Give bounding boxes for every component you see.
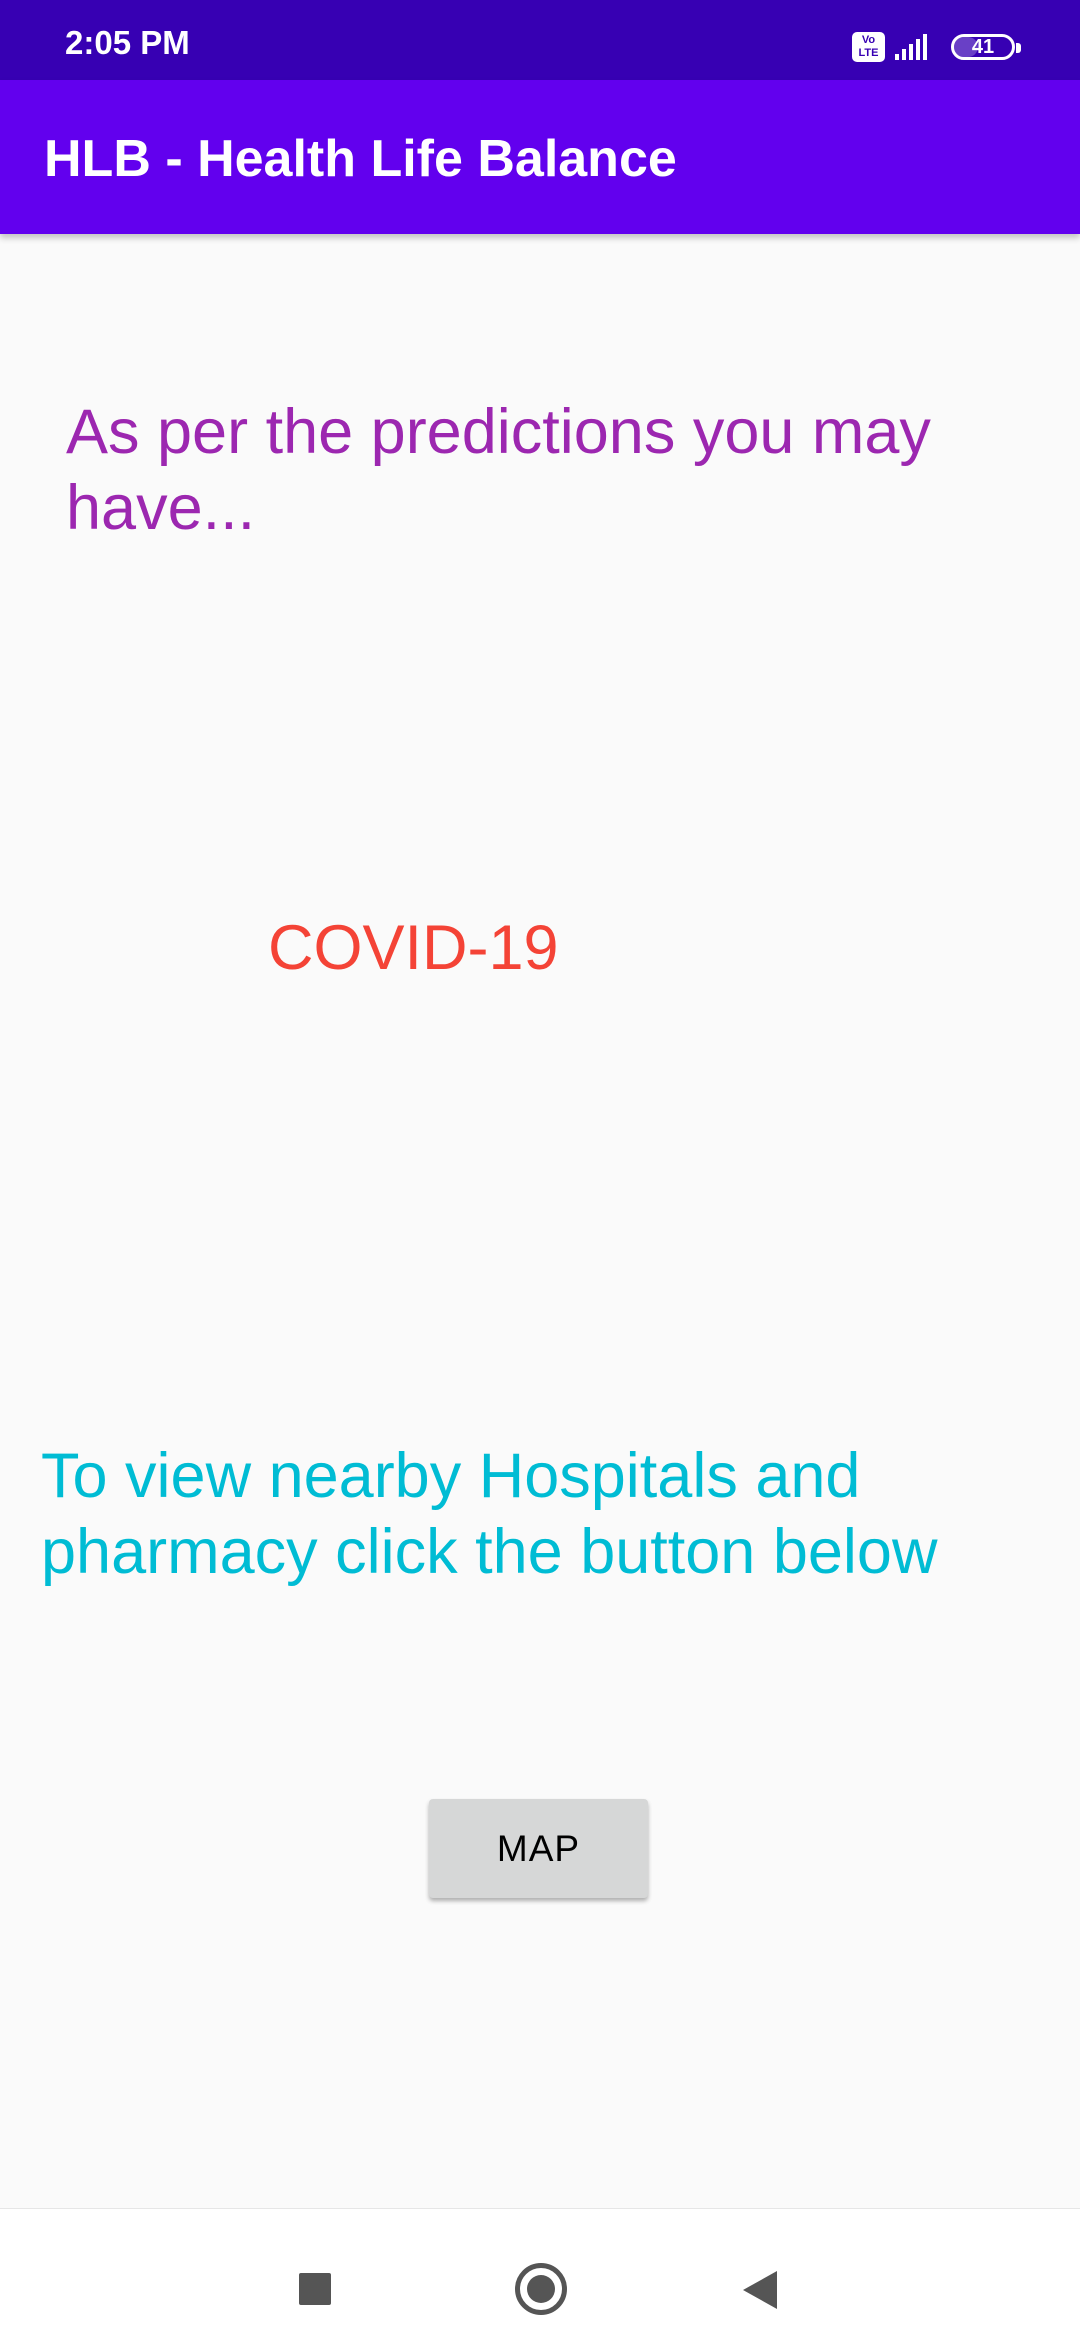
home-circle-icon[interactable] xyxy=(515,2263,567,2315)
map-button[interactable]: MAP xyxy=(429,1799,648,1898)
navigation-bar xyxy=(0,2208,1080,2341)
home-dot-icon xyxy=(527,2275,555,2303)
map-instruction-text: To view nearby Hospitals and pharmacy cl… xyxy=(41,1441,938,1587)
back-triangle-icon[interactable] xyxy=(743,2271,777,2309)
volte-icon: Vo LTE xyxy=(852,32,885,62)
status-icons: Vo LTE 41 xyxy=(852,30,1021,64)
status-bar: 2:05 PM Vo LTE 41 xyxy=(0,0,1080,80)
recent-apps-square-icon[interactable] xyxy=(299,2273,331,2305)
battery-level-text: 41 xyxy=(971,36,995,58)
predicted-disease-label: COVID-19 xyxy=(268,913,559,983)
app-title: HLB - Health Life Balance xyxy=(44,130,677,188)
cellular-signal-icon xyxy=(895,34,927,60)
status-time: 2:05 PM xyxy=(65,24,190,61)
prediction-heading: As per the predictions you may have... xyxy=(66,397,931,543)
battery-icon: 41 xyxy=(951,34,1021,60)
app-bar: HLB - Health Life Balance xyxy=(0,80,1080,234)
